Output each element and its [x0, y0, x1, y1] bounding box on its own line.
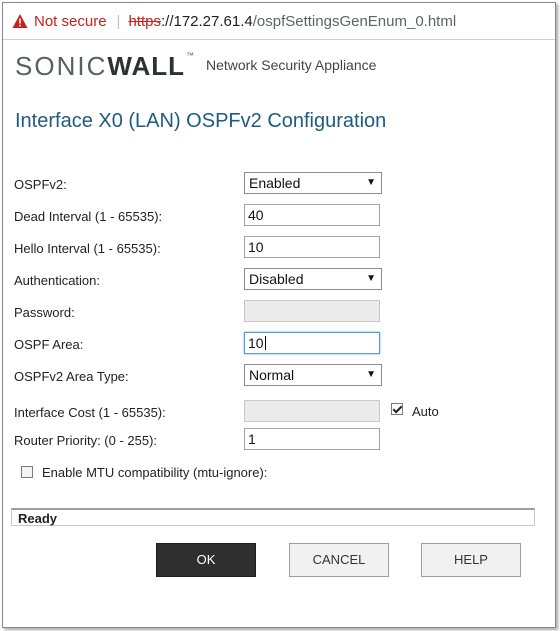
page-title: Interface X0 (LAN) OSPFv2 Configuration	[15, 110, 387, 132]
row-interface-cost: Interface Cost (1 - 65535): Auto	[3, 400, 555, 424]
logo-trademark: ™	[186, 51, 196, 60]
hello-interval-input[interactable]: 10	[244, 236, 380, 258]
ok-button[interactable]: OK	[156, 543, 256, 577]
area-type-select[interactable]: Normal ▼	[244, 364, 382, 386]
dead-interval-label: Dead Interval (1 - 65535):	[14, 209, 163, 224]
ospfv2-select[interactable]: Enabled ▼	[244, 172, 382, 194]
authentication-select[interactable]: Disabled ▼	[244, 268, 382, 290]
password-input[interactable]	[244, 300, 380, 322]
dialog-window: Not secure | https://172.27.61.4/ospfSet…	[2, 2, 556, 628]
dropdown-arrow-icon: ▼	[366, 369, 376, 380]
warning-icon	[12, 14, 28, 28]
logo-text-bold: WALL	[107, 51, 185, 81]
area-type-label: OSPFv2 Area Type:	[14, 369, 129, 384]
help-button[interactable]: HELP	[421, 543, 521, 577]
status-bar: Ready	[11, 508, 535, 526]
dropdown-arrow-icon: ▼	[366, 273, 376, 284]
row-dead-interval: Dead Interval (1 - 65535): 40	[3, 204, 555, 228]
interface-cost-input[interactable]	[244, 400, 380, 422]
row-password: Password:	[3, 300, 555, 324]
row-area-type: OSPFv2 Area Type: Normal ▼	[3, 364, 555, 388]
authentication-label: Authentication:	[14, 273, 101, 288]
not-secure-label[interactable]: Not secure	[34, 13, 107, 30]
row-authentication: Authentication: Disabled ▼	[3, 268, 555, 292]
sonicwall-logo: SONICWALL™	[15, 51, 196, 82]
router-priority-label: Router Priority: (0 - 255):	[14, 433, 158, 448]
hello-interval-label: Hello Interval (1 - 65535):	[14, 241, 161, 256]
brand-tagline: Network Security Appliance	[206, 57, 377, 73]
brand-header: SONICWALL™ Network Security Appliance	[3, 40, 555, 90]
ospf-area-input[interactable]: 10	[244, 332, 380, 354]
router-priority-input[interactable]: 1	[244, 428, 380, 450]
ospf-area-label: OSPF Area:	[14, 337, 84, 352]
password-label: Password:	[14, 305, 75, 320]
text-caret	[264, 336, 266, 350]
row-hello-interval: Hello Interval (1 - 65535): 10	[3, 236, 555, 260]
area-type-value: Normal	[249, 367, 295, 383]
logo-text-light: SONIC	[15, 51, 108, 81]
cancel-button[interactable]: CANCEL	[289, 543, 389, 577]
row-ospfv2: OSPFv2: Enabled ▼	[3, 172, 555, 196]
address-divider: |	[116, 12, 121, 30]
row-mtu-ignore: Enable MTU compatibility (mtu-ignore):	[3, 463, 555, 487]
auto-checkbox-label: Auto	[412, 404, 439, 419]
mtu-ignore-checkbox[interactable]	[21, 466, 33, 478]
dropdown-arrow-icon: ▼	[366, 177, 376, 188]
mtu-ignore-label: Enable MTU compatibility (mtu-ignore):	[42, 465, 268, 480]
auto-checkbox[interactable]	[391, 403, 403, 415]
url-host: ://172.27.61.4	[160, 12, 253, 30]
url-scheme: https	[128, 12, 161, 30]
row-ospf-area: OSPF Area: 10	[3, 332, 555, 356]
ospf-area-value: 10	[248, 335, 264, 351]
dead-interval-input[interactable]: 40	[244, 204, 380, 226]
authentication-value: Disabled	[249, 271, 304, 287]
ospfv2-value: Enabled	[249, 175, 301, 191]
row-router-priority: Router Priority: (0 - 255): 1	[3, 428, 555, 452]
interface-cost-label: Interface Cost (1 - 65535):	[14, 405, 166, 420]
url-path: /ospfSettingsGenEnum_0.html	[252, 12, 457, 30]
ospfv2-label: OSPFv2:	[14, 177, 67, 192]
address-bar[interactable]: Not secure | https://172.27.61.4/ospfSet…	[3, 3, 555, 40]
